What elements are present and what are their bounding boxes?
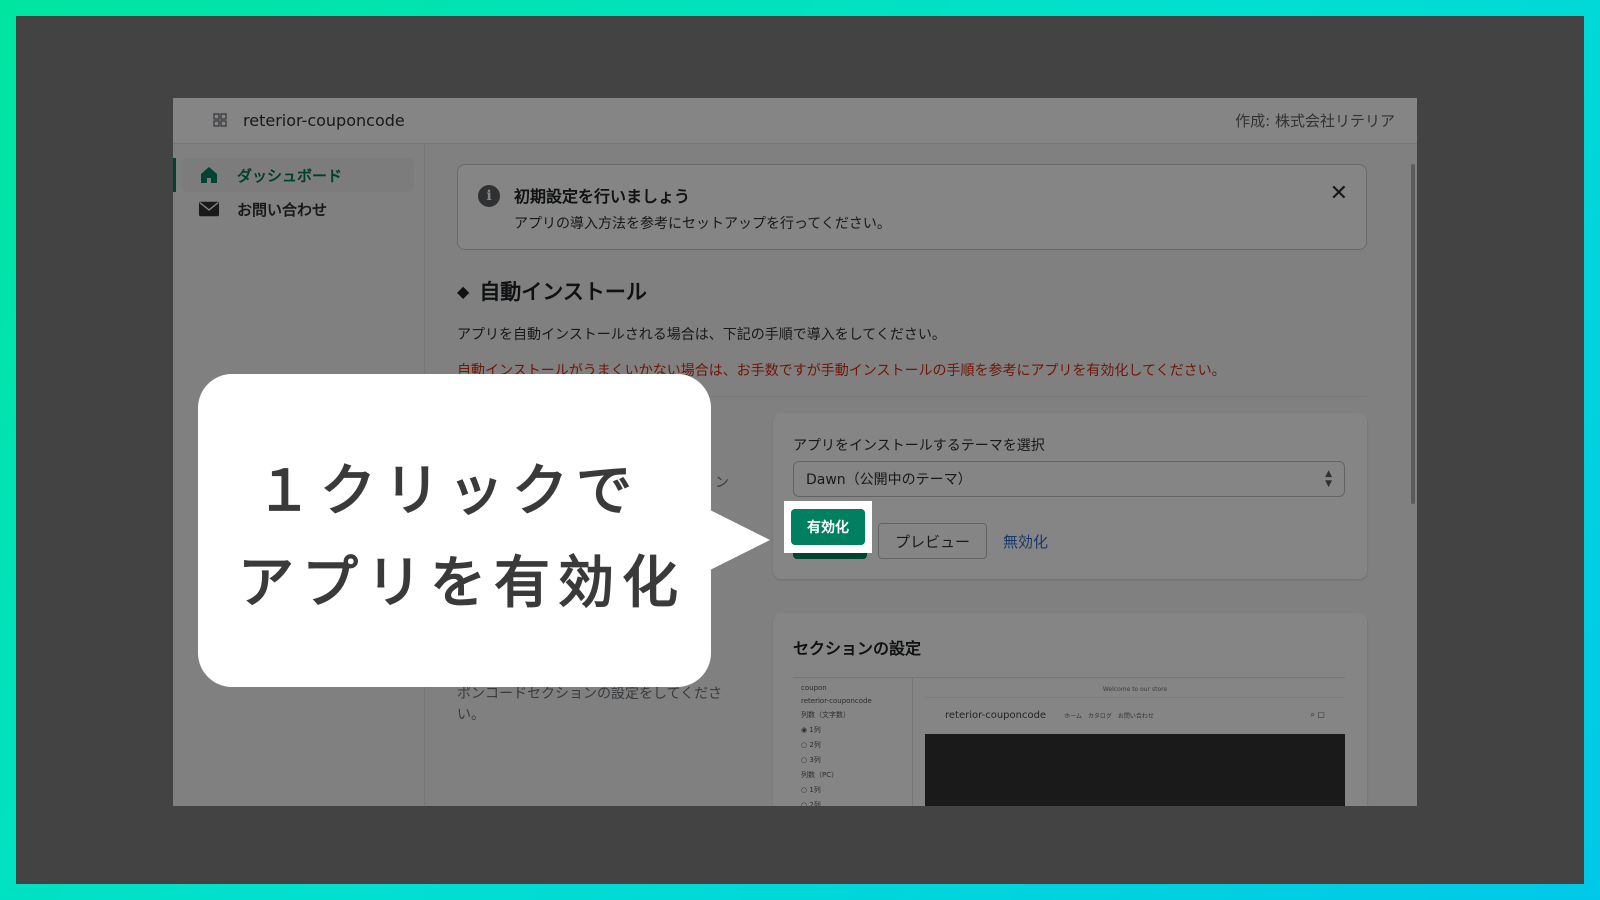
preview-hero [925, 734, 1345, 806]
auto-install-description: アプリを自動インストールされる場合は、下記の手順で導入をしてください。 [457, 327, 946, 343]
preview-store-links: ホーム カタログ お問い合わせ [1064, 712, 1154, 720]
callout-line-2: アプリを有効化 [238, 551, 686, 616]
preview-radio: ○ 3列 [801, 756, 821, 764]
preview-button[interactable]: プレビュー [878, 523, 988, 559]
section-settings-card: セクションの設定 coupon reterior-couponcode 列数（文… [773, 613, 1367, 806]
select-arrows-icon: ▲ ▼ [1325, 469, 1332, 489]
section-preview-image: coupon reterior-couponcode 列数（文字数） ◉ 1列 … [793, 677, 1345, 806]
theme-select[interactable]: Dawn（公開中のテーマ） ▲ ▼ [793, 461, 1345, 497]
section-settings-title: セクションの設定 [793, 639, 922, 658]
app-name: reterior-couponcode [243, 111, 405, 130]
preview-group2-title: 列数（PC） [801, 771, 839, 779]
apps-icon [213, 112, 229, 129]
theme-install-card: アプリをインストールするテーマを選択 Dawn（公開中のテーマ） ▲▼ 有効化 … [773, 413, 1367, 579]
app-header: reterior-couponcode 作成: 株式会社リテリア [173, 98, 1417, 144]
section-title: ◆ 自動インストール [457, 276, 1417, 306]
preview-radio: ◉ 1列 [801, 726, 821, 734]
app-author: 作成: 株式会社リテリア [1235, 112, 1395, 130]
preview-store-nav: reterior-couponcode ホーム カタログ お問い合わせ ⌕ ▢ [925, 698, 1345, 732]
callout-bubble: １クリックで アプリを有効化 [198, 374, 711, 687]
preview-side-title: coupon [801, 684, 827, 692]
preview-cart-icon: ⌕ ▢ [1310, 710, 1325, 719]
home-icon [199, 165, 219, 185]
preview-store: Welcome to our store reterior-couponcode… [925, 678, 1345, 806]
preview-side-sub: reterior-couponcode [801, 697, 872, 705]
enable-button-spotlit[interactable]: 有効化 [791, 509, 865, 545]
info-icon: i [478, 185, 500, 207]
sidebar-item-label: お問い合わせ [237, 200, 328, 219]
scrollbar[interactable] [1411, 164, 1415, 504]
mail-icon [199, 199, 219, 219]
theme-select-value: Dawn（公開中のテーマ） [806, 472, 972, 488]
callout-line-1: １クリックで [256, 459, 640, 524]
close-icon[interactable]: ✕ [1330, 181, 1348, 206]
stage: reterior-couponcode 作成: 株式会社リテリア ダッシュボード… [16, 16, 1584, 884]
preview-radio: ○ 2列 [801, 801, 821, 806]
preview-sidebar: coupon reterior-couponcode 列数（文字数） ◉ 1列 … [793, 678, 913, 806]
preview-radio: ○ 2列 [801, 741, 821, 749]
theme-select-label: アプリをインストールするテーマを選択 [793, 438, 1045, 454]
banner-text: アプリの導入方法を参考にセットアップを行ってください。 [514, 216, 891, 232]
sidebar-item-contact[interactable]: お問い合わせ [181, 192, 414, 226]
banner-title: 初期設定を行いましょう [514, 187, 691, 206]
section-title-text: 自動インストール [479, 280, 647, 304]
preview-radio: ○ 1列 [801, 786, 821, 794]
enable-button-spotlight: 有効化 [784, 501, 872, 553]
setup-banner: i 初期設定を行いましょう アプリの導入方法を参考にセットアップを行ってください… [457, 164, 1367, 250]
diamond-icon: ◆ [457, 281, 470, 301]
preview-group1-title: 列数（文字数） [801, 711, 850, 719]
callout-tail [710, 510, 770, 570]
disable-link[interactable]: 無効化 [1003, 531, 1048, 552]
button-row: 有効化 プレビュー 無効化 [786, 515, 1347, 567]
preview-store-top: Welcome to our store [925, 678, 1345, 698]
sidebar-item-label: ダッシュボード [237, 166, 343, 185]
preview-store-name: reterior-couponcode [945, 709, 1047, 721]
sidebar-item-dashboard[interactable]: ダッシュボード [173, 158, 414, 192]
